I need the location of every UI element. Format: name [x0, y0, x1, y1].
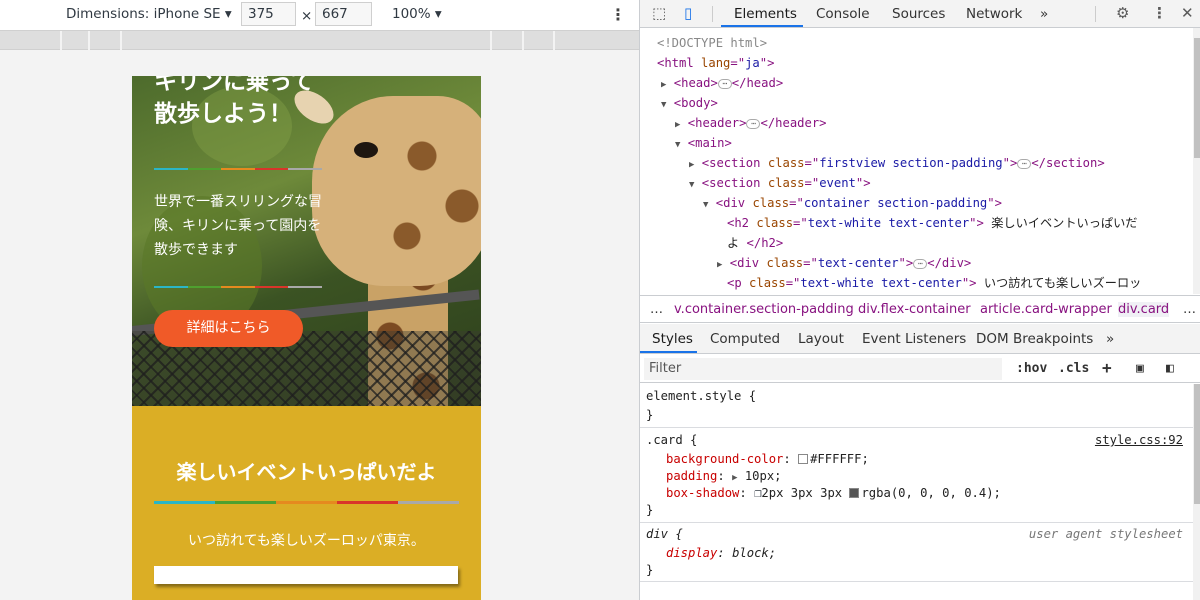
dom-node-body[interactable]: ▼ <body>	[661, 93, 718, 113]
inspect-element-icon[interactable]: ⬚	[652, 4, 666, 22]
active-tab-indicator	[721, 25, 803, 27]
rule-card[interactable]: .card { style.css:92 background-color: #…	[640, 429, 1193, 523]
styles-subtabs: Styles Computed Layout Event Listeners D…	[640, 324, 1200, 354]
ellipsis-icon[interactable]: ⋯	[1017, 158, 1032, 169]
dom-node-header[interactable]: ▶ <header> ⋯ </header>	[675, 113, 827, 133]
class-toggle[interactable]: .cls	[1058, 361, 1089, 376]
hero-section: キリンに乗って 散歩しよう！ 世界で一番スリリングな冒険、キリンに乗って園内を散…	[132, 76, 481, 406]
dom-node-main[interactable]: ▼ <main>	[675, 133, 732, 153]
breadcrumb: … v.container.section-padding div.flex-c…	[640, 295, 1200, 323]
breadcrumb-item-container[interactable]: v.container.section-padding	[674, 302, 854, 317]
styles-filter-input[interactable]: Filter	[644, 358, 1002, 380]
prop-background-color[interactable]: background-color: #FFFFFF;	[666, 451, 869, 468]
ellipsis-icon[interactable]: ⋯	[913, 258, 928, 269]
tab-network[interactable]: Network	[966, 6, 1022, 22]
devtools-tabbar: ⬚ ▯ Elements Console Sources Network » ⚙…	[640, 0, 1200, 28]
phone-viewport: キリンに乗って 散歩しよう！ 世界で一番スリリングな冒険、キリンに乗って園内を散…	[132, 76, 481, 600]
color-swatch-icon[interactable]	[798, 454, 809, 464]
rule-div-user-agent[interactable]: div { user agent stylesheet display: blo…	[640, 524, 1193, 582]
settings-gear-icon[interactable]: ⚙	[1116, 4, 1129, 22]
hero-color-divider-top	[154, 168, 322, 170]
dom-node-html[interactable]: <html lang="ja">	[657, 53, 774, 73]
media-query-bar[interactable]	[0, 30, 639, 50]
hover-state-toggle[interactable]: :hov	[1016, 361, 1047, 376]
hero-color-divider-bottom	[154, 286, 322, 288]
chevron-down-icon: ▾	[434, 6, 442, 22]
prop-display: display: block;	[666, 546, 777, 560]
event-description: いつ訪れても楽しいズーロッパ東京。	[188, 533, 425, 549]
breadcrumb-item-card-wrapper[interactable]: article.card-wrapper	[980, 302, 1112, 317]
chevron-down-icon: ▾	[224, 6, 232, 22]
event-color-divider	[154, 501, 459, 504]
more-options-icon[interactable]: ⋮	[610, 5, 626, 24]
dom-node-section-event[interactable]: ▼ <section class="event">	[689, 173, 871, 193]
dom-node-h2-cont[interactable]: よ </h2>	[727, 233, 783, 253]
rule-element-style[interactable]: element.style { }	[640, 384, 1193, 428]
device-height-input[interactable]: 667	[315, 2, 372, 26]
new-rule-plus-icon[interactable]: +	[1102, 358, 1112, 377]
dom-scrollbar[interactable]	[1193, 28, 1200, 294]
toggle-sidebar-icon[interactable]: ◧	[1166, 361, 1174, 376]
styles-filter-bar: Filter :hov .cls + ▣ ◧	[640, 355, 1200, 383]
event-card[interactable]	[154, 566, 458, 584]
dom-node-div-container[interactable]: ▼ <div class="container section-padding"…	[703, 193, 1002, 213]
expand-triangle-icon[interactable]: ▶	[732, 473, 737, 483]
breadcrumb-overflow-end[interactable]: …	[1183, 302, 1196, 317]
user-agent-label: user agent stylesheet	[1028, 527, 1183, 541]
hero-description: 世界で一番スリリングな冒険、キリンに乗って園内を散歩できます	[154, 194, 322, 258]
paint-bucket-icon[interactable]: ▣	[1136, 361, 1144, 376]
dom-node-head[interactable]: ▶ <head> ⋯ </head>	[661, 73, 783, 93]
breadcrumb-overflow-start[interactable]: …	[650, 302, 663, 317]
more-options-icon[interactable]: ⋮	[1152, 4, 1167, 22]
styles-scrollbar[interactable]	[1193, 384, 1200, 600]
device-width-input[interactable]: 375	[241, 2, 296, 26]
prop-box-shadow[interactable]: box-shadow: ❐2px 3px 3px rgba(0, 0, 0, 0…	[666, 485, 1001, 502]
tab-sources[interactable]: Sources	[892, 6, 945, 22]
dom-tree[interactable]: <!DOCTYPE html> <html lang="ja"> ▶ <head…	[640, 28, 1193, 294]
tab-styles[interactable]: Styles	[652, 331, 693, 347]
devtools-panel: ⬚ ▯ Elements Console Sources Network » ⚙…	[639, 0, 1200, 600]
active-subtab-indicator	[640, 351, 697, 353]
tab-layout[interactable]: Layout	[798, 331, 844, 347]
color-swatch-icon[interactable]	[849, 488, 860, 498]
breadcrumb-item-card[interactable]: div.card	[1118, 302, 1170, 317]
device-toolbar: Dimensions: iPhone SE ▾ 375 × 667 100% ▾…	[0, 0, 639, 30]
ellipsis-icon[interactable]: ⋯	[717, 78, 732, 89]
collapse-triangle-icon[interactable]: ▼	[661, 100, 666, 110]
styles-pane: element.style { } .card { style.css:92 b…	[640, 384, 1193, 600]
tab-console[interactable]: Console	[816, 6, 870, 22]
tab-event-listeners[interactable]: Event Listeners	[862, 331, 966, 347]
device-dimensions-dropdown[interactable]: Dimensions: iPhone SE ▾	[66, 6, 232, 22]
more-tabs-icon[interactable]: »	[1040, 6, 1048, 22]
times-label: ×	[301, 8, 313, 24]
dom-doctype: <!DOCTYPE html>	[657, 36, 768, 50]
dom-node-div-text-center[interactable]: ▶ <div class="text-center"> ⋯ </div>	[717, 253, 971, 273]
ellipsis-icon[interactable]: ⋯	[746, 118, 761, 129]
tab-computed[interactable]: Computed	[710, 331, 780, 347]
tab-elements[interactable]: Elements	[734, 6, 797, 22]
collapse-triangle-icon[interactable]: ▼	[675, 140, 680, 150]
stylesheet-source-link[interactable]: style.css:92	[1095, 432, 1183, 449]
expand-triangle-icon[interactable]: ▶	[717, 260, 722, 270]
expand-triangle-icon[interactable]: ▶	[661, 80, 666, 90]
prop-padding[interactable]: padding: ▶ 10px;	[666, 468, 782, 485]
collapse-triangle-icon[interactable]: ▼	[703, 200, 708, 210]
dom-node-section-firstview[interactable]: ▶ <section class="firstview section-padd…	[689, 153, 1105, 173]
expand-triangle-icon[interactable]: ▶	[675, 120, 680, 130]
device-emulation-pane: Dimensions: iPhone SE ▾ 375 × 667 100% ▾…	[0, 0, 639, 600]
zoom-dropdown[interactable]: 100% ▾	[392, 6, 442, 22]
expand-triangle-icon[interactable]: ▶	[689, 160, 694, 170]
hero-title: キリンに乗って 散歩しよう！	[154, 76, 314, 127]
event-section: 楽しいイベントいっぱいだよ いつ訪れても楽しいズーロッパ東京。	[132, 406, 481, 600]
event-title: 楽しいイベントいっぱいだよ	[176, 460, 437, 484]
more-subtabs-icon[interactable]: »	[1106, 331, 1114, 347]
close-icon[interactable]: ✕	[1181, 4, 1194, 22]
device-toolbar-icon[interactable]: ▯	[684, 4, 692, 22]
dom-node-p[interactable]: <p class="text-white text-center"> いつ訪れて…	[727, 273, 1141, 293]
breadcrumb-item-flex-container[interactable]: div.flex-container	[858, 302, 971, 317]
details-button[interactable]: 詳細はこちら	[154, 310, 303, 347]
tab-dom-breakpoints[interactable]: DOM Breakpoints	[976, 331, 1093, 347]
dom-node-h2[interactable]: <h2 class="text-white text-center"> 楽しいイ…	[727, 213, 1137, 233]
collapse-triangle-icon[interactable]: ▼	[689, 180, 694, 190]
